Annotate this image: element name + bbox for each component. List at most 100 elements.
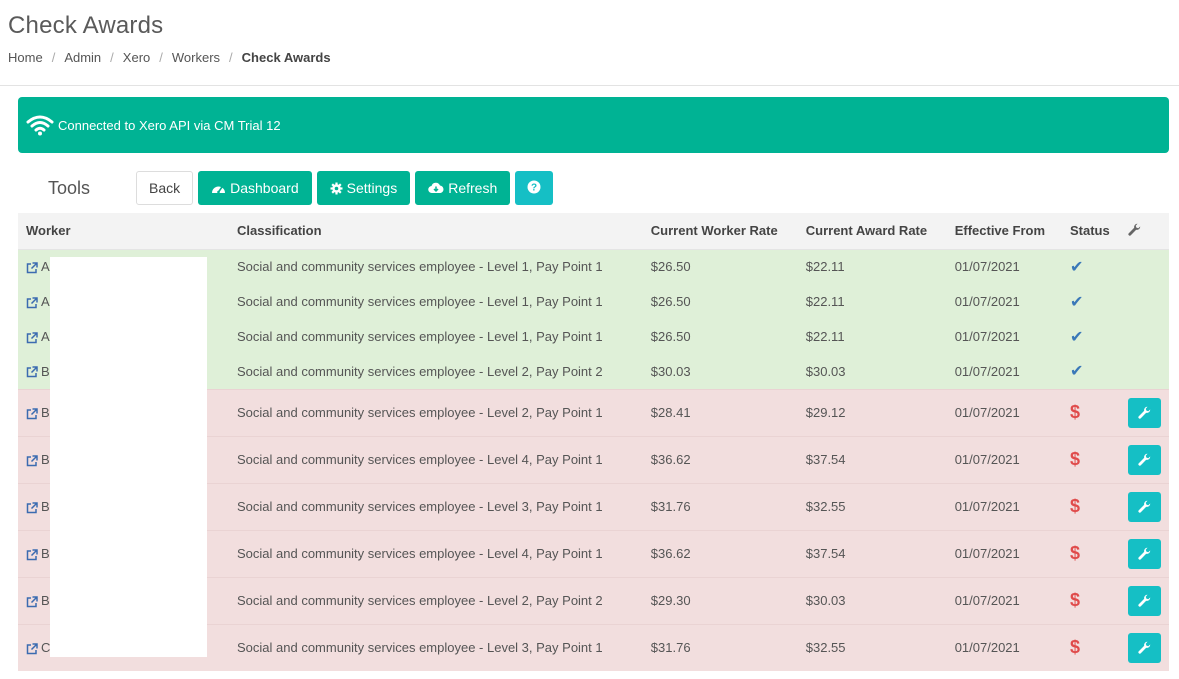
status-cell: ✔: [1062, 354, 1120, 389]
breadcrumb-xero[interactable]: Xero: [123, 50, 150, 65]
status-cell: $: [1062, 623, 1120, 671]
effective-from-cell: 01/07/2021: [946, 576, 1062, 624]
worker-name-link[interactable]: B: [41, 364, 50, 379]
worker-rate-cell: $26.50: [642, 249, 798, 284]
worker-name-link[interactable]: A: [41, 294, 50, 309]
breadcrumb-separator: /: [110, 50, 114, 65]
effective-from-cell: 01/07/2021: [946, 284, 1062, 319]
breadcrumb-separator: /: [159, 50, 163, 65]
worker-name-link[interactable]: B: [41, 405, 50, 420]
status-cell: $: [1062, 482, 1120, 530]
external-link-icon[interactable]: [26, 643, 38, 655]
award-rate-cell: $37.54: [797, 529, 947, 577]
question-icon: ?: [527, 180, 541, 197]
tools-label: Tools: [48, 177, 91, 198]
page-title: Check Awards: [8, 12, 164, 39]
fix-rate-button[interactable]: [1128, 397, 1161, 428]
tool-cell: [1120, 284, 1169, 319]
column-header-tools: [1120, 213, 1169, 250]
effective-from-cell: 01/07/2021: [946, 529, 1062, 577]
status-cell: $: [1062, 576, 1120, 624]
fix-rate-button[interactable]: [1128, 444, 1161, 475]
settings-button[interactable]: Settings: [316, 171, 411, 205]
refresh-button-label: Refresh: [448, 180, 498, 196]
fix-rate-button[interactable]: [1128, 585, 1161, 616]
dollar-icon: $: [1070, 402, 1081, 422]
breadcrumb-separator: /: [51, 50, 56, 65]
breadcrumb-admin[interactable]: Admin: [64, 50, 101, 65]
tool-cell: [1120, 623, 1169, 671]
table-header-row: Worker Classification Current Worker Rat…: [18, 213, 1169, 250]
effective-from-cell: 01/07/2021: [946, 354, 1062, 389]
award-rate-cell: $37.54: [797, 435, 947, 483]
external-link-icon[interactable]: [26, 501, 38, 514]
award-rate-cell: $29.12: [797, 388, 947, 436]
award-rate-cell: $22.11: [797, 319, 947, 354]
breadcrumb-home[interactable]: Home: [8, 50, 43, 65]
redacted-worker-names: [50, 257, 207, 657]
check-icon: ✔: [1070, 363, 1084, 381]
dashboard-button[interactable]: Dashboard: [198, 171, 312, 205]
refresh-button[interactable]: Refresh: [415, 171, 511, 205]
external-link-icon[interactable]: [26, 331, 38, 344]
classification-cell: Social and community services employee -…: [229, 529, 643, 577]
fix-rate-button[interactable]: [1128, 491, 1161, 522]
effective-from-cell: 01/07/2021: [946, 388, 1062, 436]
effective-from-cell: 01/07/2021: [946, 319, 1062, 354]
worker-rate-cell: $31.76: [642, 623, 798, 671]
check-icon: ✔: [1070, 258, 1084, 276]
external-link-icon[interactable]: [26, 548, 38, 561]
award-rate-cell: $30.03: [797, 576, 947, 624]
worker-name-link[interactable]: A: [41, 259, 50, 274]
status-cell: $: [1062, 435, 1120, 483]
classification-cell: Social and community services employee -…: [229, 482, 643, 530]
dollar-icon: $: [1070, 637, 1081, 658]
award-rate-cell: $32.55: [797, 623, 947, 671]
external-link-icon[interactable]: [26, 262, 38, 274]
breadcrumb-workers[interactable]: Workers: [172, 50, 220, 65]
tool-cell: [1120, 249, 1169, 284]
column-header-worker-rate: Current Worker Rate: [642, 213, 798, 250]
worker-rate-cell: $28.41: [642, 388, 798, 436]
tool-cell: [1120, 319, 1169, 354]
page-header: Check Awards Home / Admin / Xero / Worke…: [0, 0, 1179, 86]
worker-name-link[interactable]: B: [41, 546, 50, 561]
worker-rate-cell: $26.50: [642, 284, 798, 319]
effective-from-cell: 01/07/2021: [946, 623, 1062, 671]
back-button-label: Back: [149, 180, 181, 196]
external-link-icon[interactable]: [26, 366, 38, 378]
external-link-icon[interactable]: [26, 296, 38, 309]
external-link-icon[interactable]: [26, 595, 38, 608]
worker-rate-cell: $30.03: [642, 354, 798, 389]
worker-rate-cell: $31.76: [642, 482, 798, 530]
worker-name-link[interactable]: B: [41, 452, 50, 467]
worker-rate-cell: $36.62: [642, 529, 798, 577]
classification-cell: Social and community services employee -…: [229, 576, 643, 624]
breadcrumb: Home / Admin / Xero / Workers / Check Aw…: [8, 50, 1171, 65]
worker-name-link[interactable]: C: [41, 640, 50, 655]
fix-rate-button[interactable]: [1128, 538, 1161, 569]
external-link-icon[interactable]: [26, 407, 38, 420]
column-header-worker: Worker: [18, 213, 229, 250]
worker-rate-cell: $36.62: [642, 435, 798, 483]
worker-name-link[interactable]: B: [41, 499, 50, 514]
wrench-icon: [1138, 406, 1151, 419]
classification-cell: Social and community services employee -…: [229, 435, 643, 483]
dashboard-icon: [211, 182, 226, 195]
classification-cell: Social and community services employee -…: [229, 249, 643, 284]
worker-name-link[interactable]: B: [41, 593, 50, 608]
column-header-award-rate: Current Award Rate: [797, 213, 947, 250]
worker-rate-cell: $26.50: [642, 319, 798, 354]
gear-icon: [330, 182, 343, 195]
classification-cell: Social and community services employee -…: [229, 319, 643, 354]
effective-from-cell: 01/07/2021: [946, 482, 1062, 530]
worker-name-link[interactable]: A: [41, 329, 50, 344]
wrench-icon: [1138, 642, 1151, 654]
check-icon: ✔: [1070, 328, 1084, 346]
external-link-icon[interactable]: [26, 454, 38, 467]
fix-rate-button[interactable]: [1128, 632, 1161, 663]
award-rate-cell: $30.03: [797, 354, 947, 389]
help-button[interactable]: ?: [515, 171, 554, 205]
wrench-icon: [1138, 453, 1151, 466]
back-button[interactable]: Back: [136, 171, 194, 205]
